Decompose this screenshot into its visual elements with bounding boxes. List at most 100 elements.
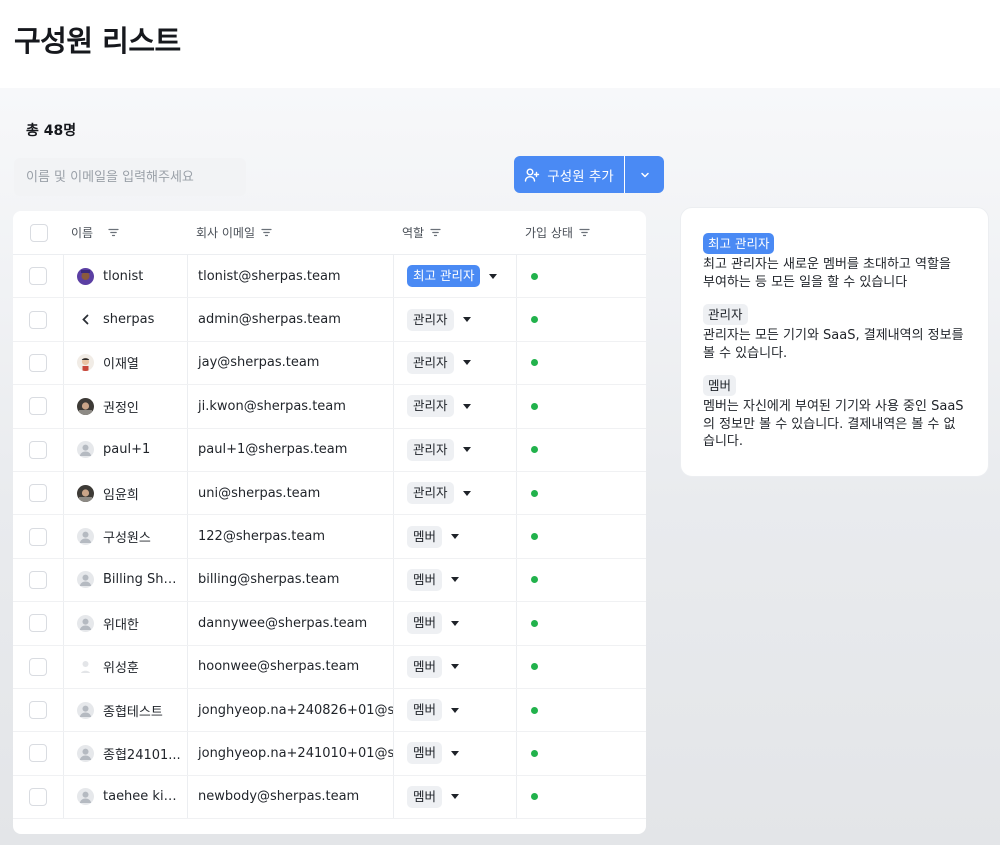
status-dot [531,706,538,714]
table-row[interactable]: 위대한 dannywee@sherpas.team 멤버 [13,602,646,646]
row-checkbox[interactable] [29,267,47,286]
row-check-cell [13,558,64,602]
member-name: tlonist [103,268,144,284]
name-cell: 이재열 [64,341,188,385]
role-dropdown-icon[interactable] [451,577,460,583]
table-row[interactable]: 위성훈 hoonwee@sherpas.team 멤버 [13,645,646,689]
status-dot [531,402,538,410]
role-tag: 관리자 [703,304,748,325]
row-checkbox[interactable] [29,440,47,459]
role-cell: 멤버 [394,688,517,732]
row-check-cell [13,255,64,298]
row-checkbox[interactable] [29,744,47,763]
table-row[interactable]: 권정인 ji.kwon@sherpas.team 관리자 [13,385,646,429]
status-cell [517,342,646,384]
name-cell: sherpas [64,298,188,341]
row-checkbox[interactable] [29,614,47,633]
email-cell: jay@sherpas.team [188,341,394,385]
role-dropdown-icon[interactable] [462,360,471,366]
table-row[interactable]: sherpas admin@sherpas.team 관리자 [13,298,646,342]
table-row[interactable]: 이재열 jay@sherpas.team 관리자 [13,341,646,386]
header-email-label: 회사 이메일 [196,226,256,240]
row-checkbox[interactable] [29,527,47,546]
search-input[interactable] [14,158,246,196]
role-badge: 멤버 [407,568,443,591]
role-dropdown-icon[interactable] [489,273,498,279]
name-cell: 위성훈 [64,645,188,688]
header-name-label: 이름 [71,226,94,240]
table-row[interactable]: taehee kim... newbody@sherpas.team 멤버 [13,775,646,820]
status-cell [517,515,646,557]
chevron-down-icon [640,172,649,177]
role-dropdown-icon[interactable] [462,490,471,496]
member-name: 위성훈 [103,661,139,677]
add-member-button[interactable]: 구성원 추가 [514,156,624,193]
member-name: 임윤희 [103,487,139,503]
header-role[interactable]: 역할 [394,211,517,254]
role-dropdown-icon[interactable] [451,664,460,670]
status-cell [517,385,646,427]
select-all-checkbox[interactable] [29,223,48,242]
table-row[interactable]: 종협테스트 jonghyeop.na+240826+01@sherpas.tea… [13,688,646,733]
status-cell [517,559,646,601]
avatar [77,701,94,719]
row-checkbox[interactable] [29,310,47,329]
button-divider [624,156,625,193]
avatar [77,571,94,589]
row-checkbox[interactable] [29,657,47,676]
role-cell: 멤버 [394,515,517,558]
name-cell: 구성원스 [64,515,188,558]
table-row[interactable]: 종협24101... jonghyeop.na+241010+01@sherpa… [13,732,646,776]
role-info-card: 최고 관리자 최고 관리자는 새로운 멤버를 초대하고 역할을 부여하는 등 모… [680,207,989,477]
sort-icon [579,228,590,237]
table-row[interactable]: 구성원스 122@sherpas.team 멤버 [13,515,646,559]
role-dropdown-icon[interactable] [451,534,460,540]
table-row[interactable]: 임윤희 uni@sherpas.team 관리자 [13,471,646,516]
table-row[interactable]: paul+1 paul+1@sherpas.team 관리자 [13,428,646,472]
header-email[interactable]: 회사 이메일 [188,211,394,254]
header-name[interactable]: 이름 [64,211,188,254]
header-role-label: 역할 [402,226,425,240]
status-cell [517,602,646,644]
role-info-admin: 관리자 관리자는 모든 기기와 SaaS, 결제내역의 정보를 볼 수 있습니다… [703,304,966,362]
row-checkbox[interactable] [29,570,47,589]
table-row[interactable]: Billing She... billing@sherpas.team 멤버 [13,558,646,603]
role-badge: 관리자 [407,308,454,331]
role-dropdown-icon[interactable] [451,620,460,626]
email-cell: paul+1@sherpas.team [188,428,394,471]
avatar [77,311,94,329]
role-dropdown-icon[interactable] [451,794,460,800]
row-check-cell [13,602,64,645]
member-name: 종협24101... [103,747,181,763]
status-dot [531,749,538,757]
table-row[interactable]: tlonist tlonist@sherpas.team 최고 관리자 [13,255,646,299]
role-dropdown-icon[interactable] [451,707,460,713]
add-options-dropdown-button[interactable] [625,156,664,193]
row-checkbox[interactable] [29,484,47,503]
name-cell: 종협테스트 [64,688,188,732]
sort-icon [430,228,441,237]
row-checkbox[interactable] [29,397,47,416]
row-check-cell [13,645,64,688]
role-dropdown-icon[interactable] [462,403,471,409]
email-cell: uni@sherpas.team [188,471,394,515]
role-info-member: 멤버 멤버는 자신에게 부여된 기기와 사용 중인 SaaS의 정보만 볼 수 … [703,375,966,451]
email-cell: jonghyeop.na+240826+01@sherpas.team [188,688,394,732]
row-check-cell [13,471,64,515]
role-dropdown-icon[interactable] [462,447,471,453]
row-checkbox[interactable] [29,787,47,806]
status-dot [531,316,538,324]
name-cell: tlonist [64,255,188,298]
email-cell: tlonist@sherpas.team [188,255,394,298]
row-check-cell [13,775,64,819]
name-cell: 임윤희 [64,471,188,515]
row-checkbox[interactable] [29,701,47,720]
role-badge: 멤버 [407,742,443,765]
member-name: 종협테스트 [103,704,163,720]
role-cell: 관리자 [394,471,517,515]
role-dropdown-icon[interactable] [451,750,460,756]
row-checkbox[interactable] [29,353,47,372]
header-status[interactable]: 가입 상태 [517,211,646,254]
role-dropdown-icon[interactable] [462,317,471,323]
page-title: 구성원 리스트 [14,24,181,58]
